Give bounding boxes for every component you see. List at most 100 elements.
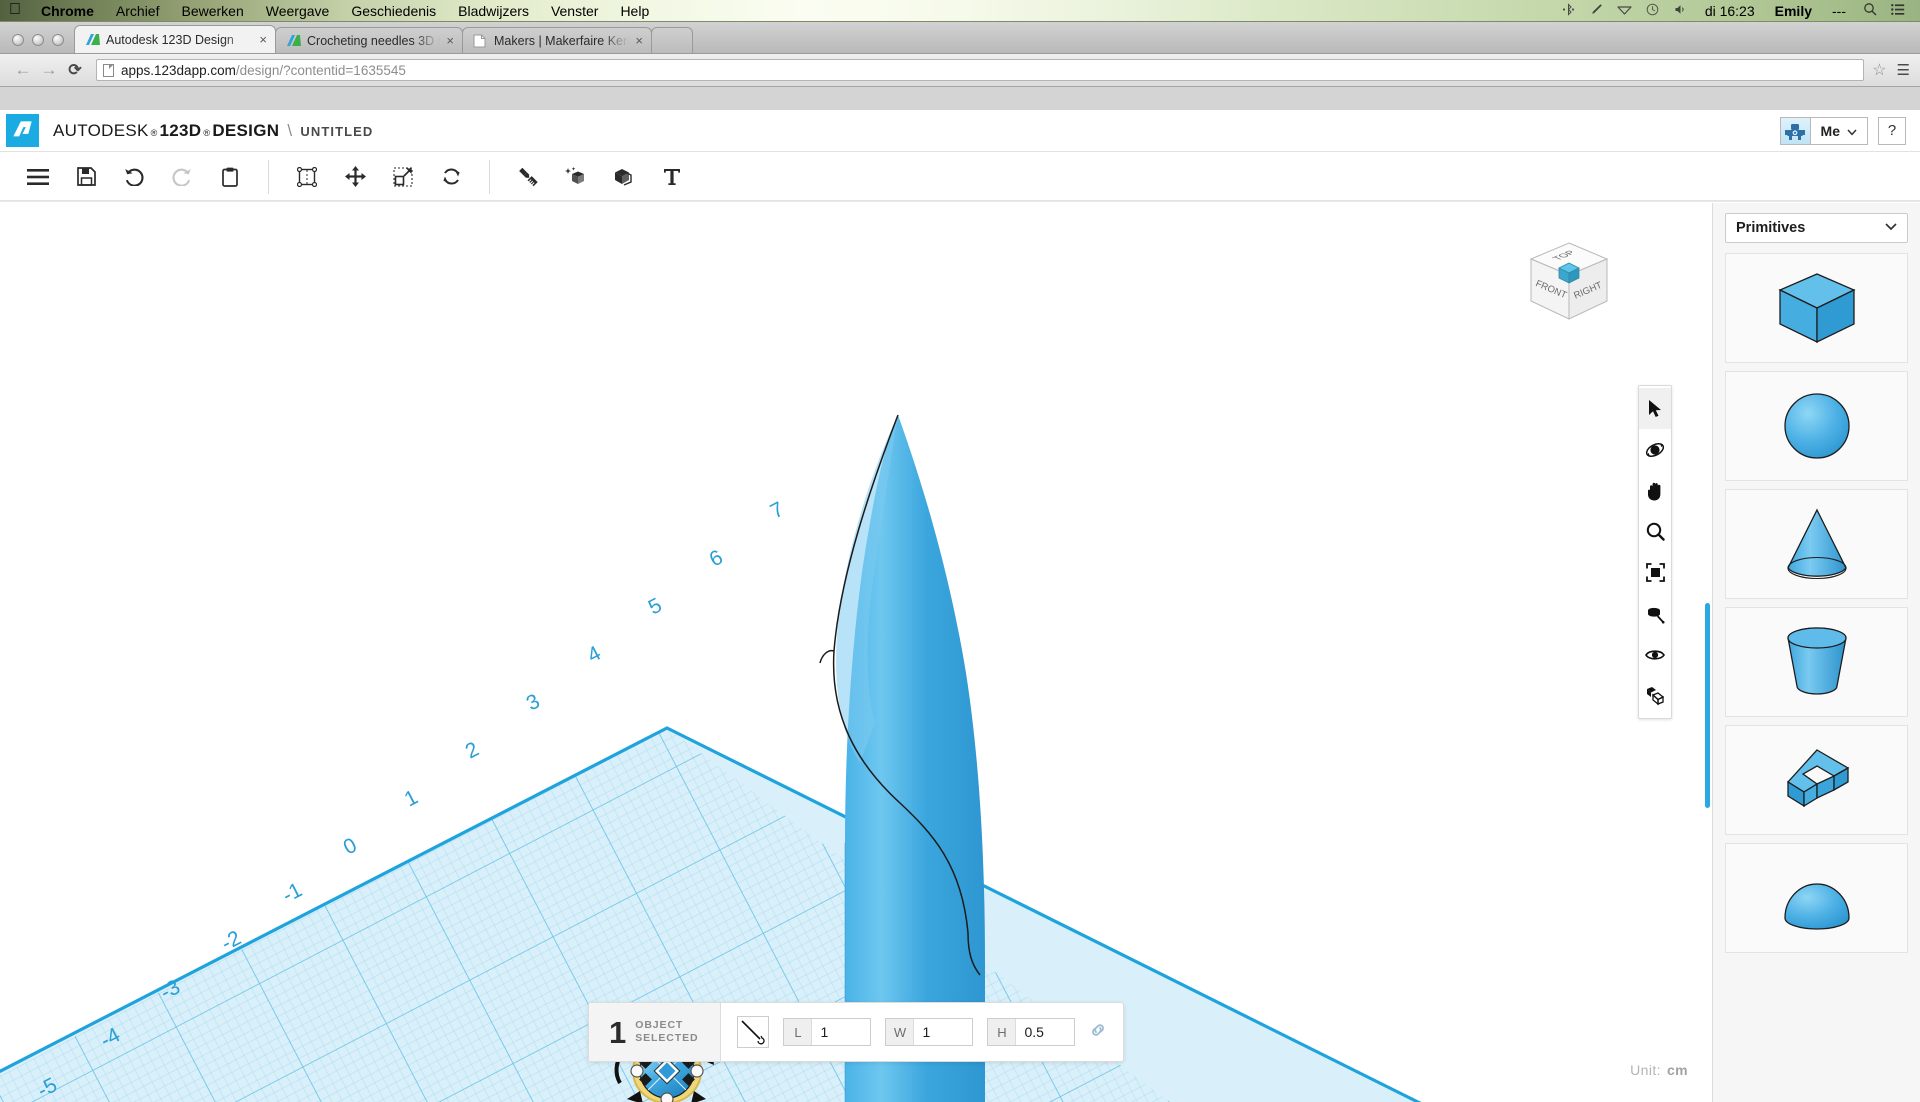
menubar-item-venster[interactable]: Venster (540, 0, 609, 22)
orbit-tool[interactable] (1639, 429, 1671, 470)
me-button[interactable]: Me (1810, 117, 1868, 145)
page-favicon (473, 34, 489, 48)
sketch-button[interactable] (504, 155, 552, 199)
pen-tablet-icon[interactable] (1583, 3, 1611, 19)
macos-menubar:  Chrome Archief Bewerken Weergave Gesch… (0, 0, 1920, 22)
primitive-box[interactable] (1725, 253, 1908, 363)
brand-123d: 123D (160, 121, 202, 141)
visibility-tool[interactable] (1639, 634, 1671, 675)
primitive-dome[interactable] (1725, 843, 1908, 953)
menubar-item-bewerken[interactable]: Bewerken (170, 0, 254, 22)
zoom-window-button[interactable] (52, 34, 64, 46)
main-toolbar (0, 152, 1920, 202)
notification-center-icon[interactable] (1884, 3, 1912, 19)
apple-logo-icon[interactable]:  (0, 2, 30, 20)
paste-button[interactable] (206, 155, 254, 199)
help-button[interactable]: ? (1878, 117, 1906, 145)
primitive-cylinder[interactable] (1725, 607, 1908, 717)
ruler-label: 2 (462, 738, 483, 764)
forward-arrow-icon[interactable]: → (36, 60, 62, 80)
volume-icon[interactable] (1667, 3, 1695, 19)
address-bar[interactable]: apps.123dapp.com/design/?contentid=16355… (96, 59, 1864, 81)
reload-icon[interactable]: ⟳ (62, 60, 88, 80)
zoom-object-tool[interactable] (1639, 593, 1671, 634)
browser-tab-title: Crocheting needles 3D Mo (307, 34, 440, 48)
navigation-toolbar (1638, 385, 1672, 719)
autodesk-123d-app: AUTODESK® 123D® DESIGN \ UNTITLED (0, 110, 1920, 1102)
height-field[interactable]: H 0.5 (987, 1018, 1075, 1046)
zoom-tool[interactable] (1639, 511, 1671, 552)
hamburger-menu-icon[interactable]: ☰ (1897, 61, 1910, 79)
width-field[interactable]: W 1 (885, 1018, 973, 1046)
3d-viewport[interactable]: -5 -4 -3 -2 -1 0 1 2 3 4 5 6 7 (0, 203, 1712, 1102)
transform-button[interactable] (283, 155, 331, 199)
browser-tab[interactable]: Makers | Makerfaire Kerkra × (462, 27, 652, 53)
select-tool[interactable] (1639, 388, 1671, 429)
browser-tab[interactable]: Autodesk 123D Design × (74, 25, 276, 53)
chevron-down-icon (1885, 222, 1897, 234)
menubar-item-archief[interactable]: Archief (105, 0, 171, 22)
star-icon[interactable]: ☆ (1872, 60, 1886, 80)
menubar-username[interactable]: Emily (1765, 3, 1822, 19)
scale-button[interactable] (379, 155, 427, 199)
workplane-grid[interactable]: -5 -4 -3 -2 -1 0 1 2 3 4 5 6 7 (0, 203, 1712, 1102)
wifi-icon[interactable] (1611, 3, 1639, 19)
primitives-dropdown[interactable]: Primitives (1725, 213, 1908, 243)
save-button[interactable] (62, 155, 110, 199)
ruler-label: 6 (706, 546, 727, 572)
length-label: L (784, 1019, 812, 1045)
primitive-cone[interactable] (1725, 489, 1908, 599)
chrome-tabstrip: Autodesk 123D Design × Crocheting needle… (0, 22, 1920, 54)
autodesk-logo-icon[interactable] (6, 114, 39, 147)
user-menu[interactable]: Me (1780, 117, 1868, 145)
primitives-list (1713, 253, 1920, 953)
link-chain-icon[interactable] (1089, 1021, 1107, 1044)
close-tab-button[interactable]: × (259, 32, 267, 47)
menubar-item-weergave[interactable]: Weergave (255, 0, 341, 22)
length-value[interactable]: 1 (812, 1019, 870, 1045)
menubar-item-geschiedenis[interactable]: Geschiedenis (340, 0, 447, 22)
primitive-sphere[interactable] (1725, 371, 1908, 481)
bluetooth-icon[interactable] (1555, 3, 1583, 19)
pan-tool[interactable] (1639, 470, 1671, 511)
robot-avatar[interactable] (1780, 117, 1810, 145)
menubar-app-name[interactable]: Chrome (30, 0, 105, 22)
selection-count: 1 (609, 1017, 626, 1048)
close-window-button[interactable] (12, 34, 24, 46)
brand-design: DESIGN (212, 121, 279, 141)
viewport-scrollbar[interactable] (1705, 603, 1710, 808)
minimize-window-button[interactable] (32, 34, 44, 46)
width-value[interactable]: 1 (914, 1019, 972, 1045)
rotate-button[interactable] (427, 155, 475, 199)
time-machine-icon[interactable] (1639, 3, 1667, 19)
menu-button[interactable] (14, 155, 62, 199)
ruler-label: 5 (645, 594, 666, 620)
fit-tool[interactable] (1639, 552, 1671, 593)
primitive-wedge[interactable] (1725, 725, 1908, 835)
new-tab-button[interactable] (651, 27, 693, 53)
undo-button[interactable] (110, 155, 158, 199)
menubar-item-bladwijzers[interactable]: Bladwijzers (447, 0, 540, 22)
move-button[interactable] (331, 155, 379, 199)
combine-button[interactable] (600, 155, 648, 199)
close-tab-button[interactable]: × (446, 33, 454, 48)
redo-button[interactable] (158, 155, 206, 199)
chevron-down-icon (1847, 123, 1857, 139)
menubar-status-area: di 16:23 Emily --- (1555, 2, 1920, 19)
browser-tab[interactable]: Crocheting needles 3D Mo × (275, 27, 463, 53)
window-controls (0, 34, 74, 53)
close-tab-button[interactable]: × (635, 33, 643, 48)
snap-tool[interactable] (1639, 675, 1671, 716)
selection-status-bar: 1 OBJECT SELECTED L 1 W (588, 1002, 1124, 1062)
menubar-item-help[interactable]: Help (609, 0, 660, 22)
menubar-clock[interactable]: di 16:23 (1695, 3, 1765, 19)
spotlight-search-icon[interactable] (1856, 2, 1884, 19)
length-field[interactable]: L 1 (783, 1018, 871, 1046)
construct-button[interactable] (552, 155, 600, 199)
height-value[interactable]: 0.5 (1016, 1019, 1074, 1045)
url-host: apps.123dapp.com (121, 63, 236, 78)
back-arrow-icon[interactable]: ← (10, 60, 36, 80)
text-button[interactable] (648, 155, 696, 199)
view-cube[interactable]: TOP FRONT RIGHT (1521, 235, 1617, 331)
measure-diagonal-icon[interactable] (737, 1016, 769, 1048)
